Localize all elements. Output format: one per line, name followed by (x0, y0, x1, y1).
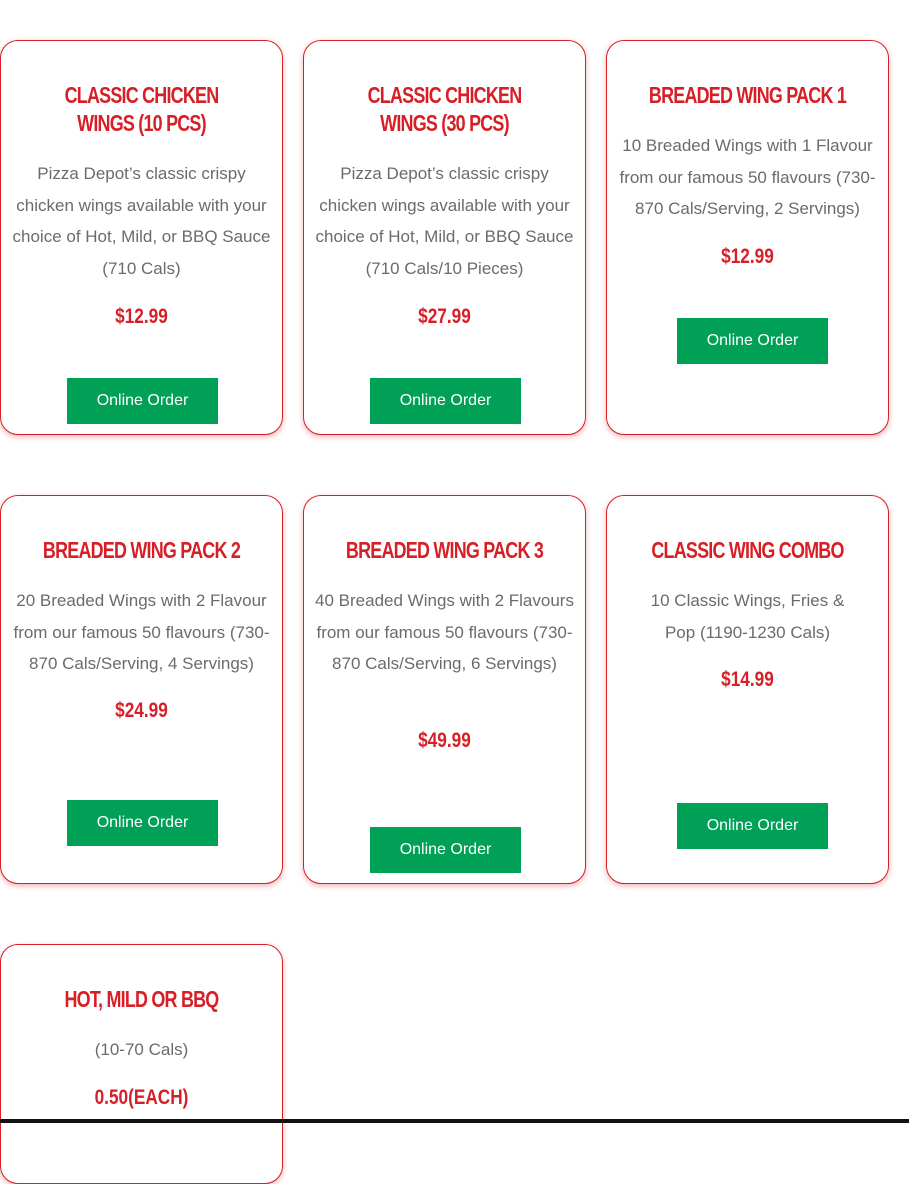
menu-card-classic-wings-10: CLASSIC CHICKEN WINGS (10 PCS) Pizza Dep… (0, 40, 283, 435)
menu-card-breaded-wing-pack-1: BREADED WING PACK 1 10 Breaded Wings wit… (606, 40, 889, 435)
item-title: HOT, MILD OR BBQ (64, 986, 220, 1012)
item-price: $12.99 (115, 305, 168, 328)
item-description: 10 Breaded Wings with 1 Flavour from our… (619, 136, 876, 218)
menu-card-classic-wings-30: CLASSIC CHICKEN WINGS (30 PCS) Pizza Dep… (303, 40, 586, 435)
item-price: $12.99 (721, 245, 774, 268)
menu-card-hot-mild-bbq: HOT, MILD OR BBQ (10-70 Cals) 0.50(EACH) (0, 944, 283, 1184)
menu-card-breaded-wing-pack-2: BREADED WING PACK 2 20 Breaded Wings wit… (0, 495, 283, 884)
online-order-button[interactable]: Online Order (677, 318, 828, 364)
item-description: 20 Breaded Wings with 2 Flavour from our… (13, 591, 270, 673)
item-price: $24.99 (115, 699, 168, 722)
item-price: $14.99 (721, 668, 774, 691)
item-title: BREADED WING PACK 2 (42, 537, 241, 563)
item-title: BREADED WING PACK 1 (648, 82, 847, 108)
online-order-button[interactable]: Online Order (67, 378, 218, 424)
item-price: $27.99 (418, 305, 471, 328)
page-bottom-border (0, 1119, 909, 1123)
item-title: CLASSIC CHICKEN WINGS (10 PCS) (64, 82, 220, 136)
item-price: 0.50(EACH) (94, 1086, 189, 1109)
item-description: 10 Classic Wings, Fries & Pop (1190-1230… (650, 591, 845, 642)
online-order-button[interactable]: Online Order (67, 800, 218, 846)
item-title: BREADED WING PACK 3 (345, 537, 544, 563)
item-title: CLASSIC WING COMBO (651, 537, 844, 563)
menu-card-breaded-wing-pack-3: BREADED WING PACK 3 40 Breaded Wings wit… (303, 495, 586, 884)
item-description: (10-70 Cals) (94, 1040, 189, 1059)
item-title: CLASSIC CHICKEN WINGS (30 PCS) (367, 82, 523, 136)
item-description: 40 Breaded Wings with 2 Flavours from ou… (315, 591, 574, 673)
online-order-button[interactable]: Online Order (370, 378, 521, 424)
item-description: Pizza Depot’s classic crispy chicken win… (12, 164, 271, 278)
menu-card-classic-wing-combo: CLASSIC WING COMBO 10 Classic Wings, Fri… (606, 495, 889, 884)
online-order-button[interactable]: Online Order (677, 803, 828, 849)
item-price: $49.99 (418, 729, 471, 752)
item-description: Pizza Depot’s classic crispy chicken win… (315, 164, 574, 278)
online-order-button[interactable]: Online Order (370, 827, 521, 873)
